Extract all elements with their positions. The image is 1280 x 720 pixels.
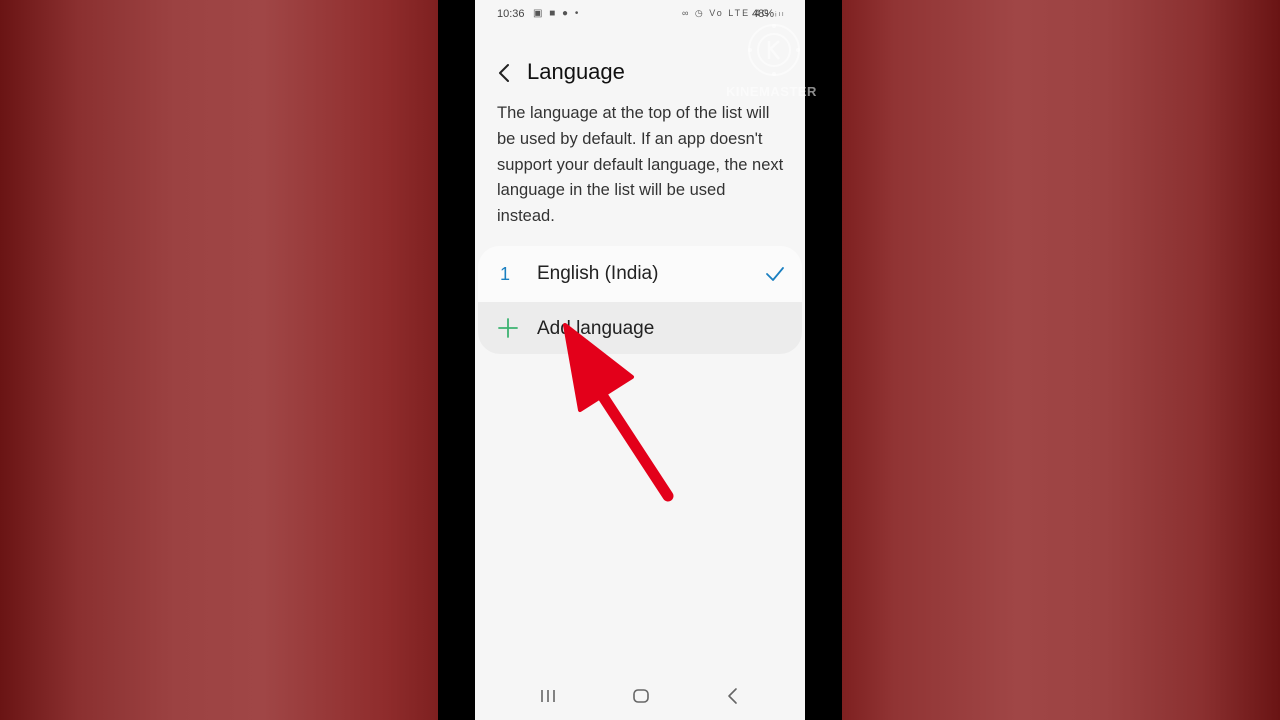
notification-icons: ▣ ■ ● • xyxy=(533,8,581,19)
language-item-english-india[interactable]: 1 English (India) xyxy=(478,246,802,302)
phone-screen: 10:36 ▣ ■ ● • ∞ ◷ Vo LTE 4G ᵢₗₗ 48% Lang… xyxy=(475,0,805,720)
navigation-bar xyxy=(475,672,805,720)
home-icon[interactable] xyxy=(632,688,650,704)
watermark-text: KINEMASTER xyxy=(726,84,817,99)
check-icon xyxy=(766,267,784,281)
add-language-button[interactable]: Add language xyxy=(478,302,802,354)
background-left xyxy=(0,0,438,720)
add-language-label: Add language xyxy=(537,318,655,339)
recents-icon[interactable] xyxy=(537,688,559,704)
language-description: The language at the top of the list will… xyxy=(497,104,784,226)
background-right xyxy=(842,0,1280,720)
back-arrow-icon[interactable] xyxy=(493,58,515,88)
page-title: Language xyxy=(527,59,625,84)
language-name: English (India) xyxy=(537,263,659,284)
plus-icon xyxy=(498,318,518,338)
language-priority-number: 1 xyxy=(500,264,511,284)
battery-level: 48% xyxy=(752,8,775,20)
kinemaster-watermark: KINEMASTER xyxy=(726,22,826,102)
kinemaster-logo-icon xyxy=(748,24,800,76)
nav-back-icon[interactable] xyxy=(725,686,741,706)
language-list: 1 English (India) Add language xyxy=(478,246,802,354)
status-time: 10:36 xyxy=(497,8,525,20)
